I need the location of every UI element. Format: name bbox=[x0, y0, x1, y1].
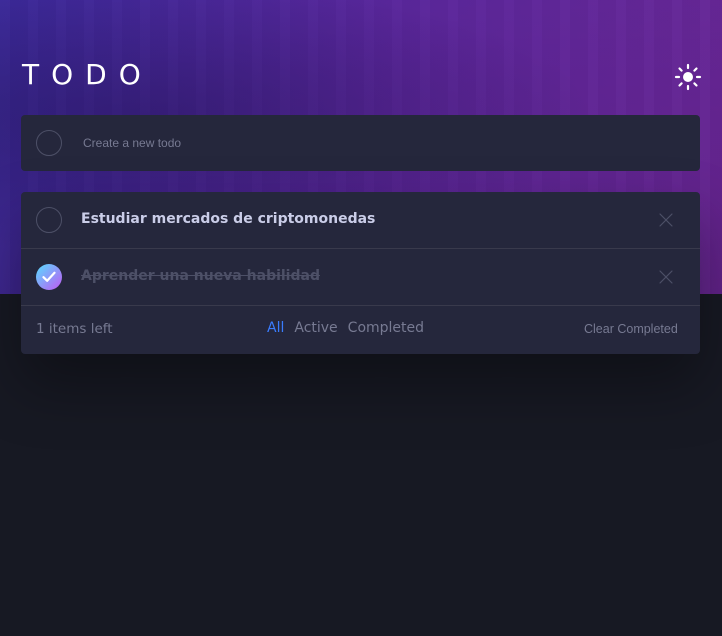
todo-checkbox-checked[interactable] bbox=[36, 264, 62, 290]
todo-item-completed: Aprender una nueva habilidad bbox=[21, 249, 700, 306]
filter-group: All Active Completed bbox=[267, 320, 424, 336]
delete-todo-button[interactable] bbox=[659, 213, 673, 227]
theme-toggle-button[interactable] bbox=[674, 63, 702, 91]
sun-icon bbox=[674, 63, 702, 91]
close-icon bbox=[659, 270, 673, 284]
delete-todo-button[interactable] bbox=[659, 270, 673, 284]
filter-all-button[interactable]: All bbox=[267, 320, 284, 336]
new-todo-circle-icon bbox=[36, 130, 62, 156]
todo-checkbox[interactable] bbox=[36, 207, 62, 233]
todo-label[interactable]: Estudiar mercados de criptomonedas bbox=[81, 211, 375, 227]
new-todo-input[interactable] bbox=[81, 132, 681, 154]
items-left-count: 1 items left bbox=[36, 321, 113, 337]
clear-completed-button[interactable]: Clear Completed bbox=[584, 322, 678, 336]
todo-label[interactable]: Aprender una nueva habilidad bbox=[81, 268, 320, 284]
todo-item: Estudiar mercados de criptomonedas bbox=[21, 192, 700, 249]
new-todo-bar bbox=[21, 115, 700, 171]
app-title: TODO bbox=[22, 58, 153, 91]
filter-completed-button[interactable]: Completed bbox=[348, 320, 424, 336]
todo-list: Estudiar mercados de criptomonedas Apren… bbox=[21, 192, 700, 354]
todo-footer: 1 items left All Active Completed Clear … bbox=[21, 306, 700, 354]
filter-active-button[interactable]: Active bbox=[294, 320, 337, 336]
check-icon bbox=[42, 271, 56, 282]
close-icon bbox=[659, 213, 673, 227]
